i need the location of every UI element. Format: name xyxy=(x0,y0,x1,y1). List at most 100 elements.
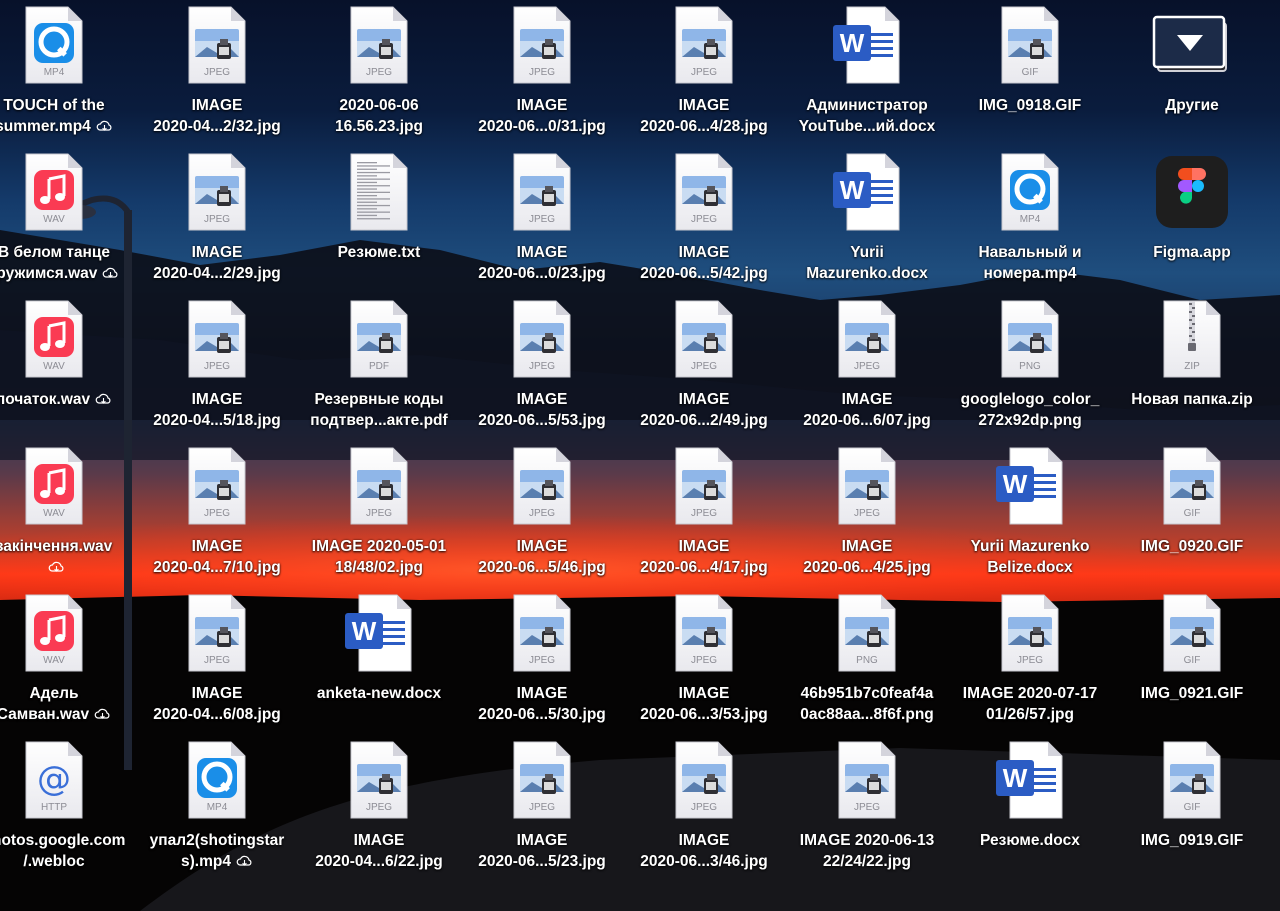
word-document-icon[interactable]: W xyxy=(990,740,1070,820)
desktop-item-label[interactable]: IMAGE 2020-06...2/49.jpg xyxy=(619,389,789,431)
jpeg-file-icon[interactable]: JPEG xyxy=(827,740,907,820)
desktop-item-label[interactable]: Yurii Mazurenko Belize.docx xyxy=(945,536,1115,578)
desktop-item-label[interactable]: IMAGE 2020-06...5/42.jpg xyxy=(619,242,789,284)
music-audio-icon[interactable]: WAV xyxy=(14,299,94,379)
desktop-item-label[interactable]: IMAGE 2020-06...4/17.jpg xyxy=(619,536,789,578)
jpeg-file-icon[interactable]: JPEG xyxy=(177,593,257,673)
desktop-item-label[interactable]: Yurii Mazurenko.docx xyxy=(782,242,952,284)
svg-text:GIF: GIF xyxy=(1022,67,1039,78)
desktop-item-label[interactable]: 46b951b7c0feaf4a 0ac88aa...8f6f.png xyxy=(782,683,952,725)
jpeg-file-icon[interactable]: JPEG xyxy=(664,299,744,379)
desktop-item-label[interactable]: Резюме.docx xyxy=(945,830,1115,851)
desktop-item-label[interactable]: IMAGE 2020-04...6/08.jpg xyxy=(132,683,302,725)
desktop-item-label[interactable]: упал2(shotingstar s).mp4 xyxy=(132,830,302,872)
gif-file-icon[interactable]: GIF xyxy=(1152,446,1232,526)
jpeg-file-icon[interactable]: JPEG xyxy=(664,152,744,232)
desktop-item-label[interactable]: 2020-06-06 16.56.23.jpg xyxy=(294,95,464,137)
quicktime-video-icon[interactable]: MP4 xyxy=(177,740,257,820)
desktop-item-label[interactable]: IMAGE 2020-04...2/32.jpg xyxy=(132,95,302,137)
quicktime-video-icon[interactable]: MP4 xyxy=(990,152,1070,232)
desktop-item-label[interactable]: IMAGE 2020-06...0/31.jpg xyxy=(457,95,627,137)
desktop-item-label[interactable]: IMAGE 2020-06...3/46.jpg xyxy=(619,830,789,872)
jpeg-file-icon[interactable]: JPEG xyxy=(664,446,744,526)
desktop-item-label[interactable]: IMAGE 2020-06...3/53.jpg xyxy=(619,683,789,725)
desktop-item-label[interactable]: IMG_0918.GIF xyxy=(945,95,1115,116)
figma-app-icon[interactable] xyxy=(1152,152,1232,232)
web-location-icon[interactable]: @ HTTP xyxy=(14,740,94,820)
quicktime-video-icon[interactable]: MP4 xyxy=(14,5,94,85)
jpeg-file-icon[interactable]: JPEG xyxy=(502,446,582,526)
desktop-item-label[interactable]: TOUCH of the summer.mp4 xyxy=(0,95,139,137)
filename-line: IMAGE xyxy=(353,832,405,849)
jpeg-file-icon[interactable]: JPEG xyxy=(339,740,419,820)
desktop-item-label[interactable]: В белом танце кружимся.wav xyxy=(0,242,139,284)
word-document-icon[interactable]: W xyxy=(990,446,1070,526)
word-document-icon[interactable]: W xyxy=(827,152,907,232)
desktop-item-label[interactable]: IMG_0921.GIF xyxy=(1107,683,1277,704)
jpeg-file-icon[interactable]: JPEG xyxy=(177,152,257,232)
jpeg-file-icon[interactable]: JPEG xyxy=(664,593,744,673)
desktop-item-label[interactable]: IMAGE 2020-06-13 22/24/22.jpg xyxy=(782,830,952,872)
desktop-item-label[interactable]: Figma.app xyxy=(1107,242,1277,263)
jpeg-file-icon[interactable]: JPEG xyxy=(177,446,257,526)
desktop-item-label[interactable]: IMAGE 2020-06...5/30.jpg xyxy=(457,683,627,725)
desktop-item-label[interactable]: IMAGE 2020-07-17 01/26/57.jpg xyxy=(945,683,1115,725)
word-document-icon[interactable]: W xyxy=(827,5,907,85)
gif-file-icon[interactable]: GIF xyxy=(990,5,1070,85)
desktop-item-label[interactable]: IMAGE 2020-06...5/23.jpg xyxy=(457,830,627,872)
desktop-item-label[interactable]: IMAGE 2020-06...5/53.jpg xyxy=(457,389,627,431)
word-document-icon[interactable]: W xyxy=(339,593,419,673)
desktop-item-label[interactable]: IMG_0919.GIF xyxy=(1107,830,1277,851)
filename-line: номера.mp4 xyxy=(983,265,1077,282)
desktop-item-label[interactable]: Другие xyxy=(1107,95,1277,116)
music-audio-icon[interactable]: WAV xyxy=(14,152,94,232)
desktop-item-label[interactable]: anketa-new.docx xyxy=(294,683,464,704)
zip-archive-icon[interactable]: ZIP xyxy=(1152,299,1232,379)
jpeg-file-icon[interactable]: JPEG xyxy=(502,152,582,232)
desktop-item-label[interactable]: Резервные коды подтвер...акте.pdf xyxy=(294,389,464,431)
svg-text:W: W xyxy=(1003,763,1028,793)
desktop-item-label[interactable]: googlelogo_color_ 272x92dp.png xyxy=(945,389,1115,431)
desktop-item-label[interactable]: IMAGE 2020-04...6/22.jpg xyxy=(294,830,464,872)
desktop-item-label[interactable]: початок.wav xyxy=(0,389,139,410)
desktop-item-label[interactable]: photos.google.com /.webloc xyxy=(0,830,139,872)
desktop-item-label[interactable]: IMAGE 2020-06...6/07.jpg xyxy=(782,389,952,431)
desktop-item-label[interactable]: IMAGE 2020-05-01 18/48/02.jpg xyxy=(294,536,464,578)
jpeg-file-icon[interactable]: JPEG xyxy=(177,299,257,379)
desktop-item-label[interactable]: Резюме.txt xyxy=(294,242,464,263)
desktop-item-label[interactable]: Новая папка.zip xyxy=(1107,389,1277,410)
jpeg-file-icon[interactable]: JPEG xyxy=(339,446,419,526)
desktop-item-label[interactable]: Навальный и номера.mp4 xyxy=(945,242,1115,284)
gif-file-icon[interactable]: GIF xyxy=(1152,593,1232,673)
jpeg-file-icon[interactable]: JPEG xyxy=(664,5,744,85)
desktop-item-label[interactable]: IMAGE 2020-04...7/10.jpg xyxy=(132,536,302,578)
pdf-file-icon[interactable]: PDF xyxy=(339,299,419,379)
jpeg-file-icon[interactable]: JPEG xyxy=(177,5,257,85)
desktop-item-label[interactable]: IMG_0920.GIF xyxy=(1107,536,1277,557)
jpeg-file-icon[interactable]: JPEG xyxy=(502,593,582,673)
jpeg-file-icon[interactable]: JPEG xyxy=(502,740,582,820)
desktop-item-label[interactable]: IMAGE 2020-04...2/29.jpg xyxy=(132,242,302,284)
text-document-icon[interactable] xyxy=(339,152,419,232)
jpeg-file-icon[interactable]: JPEG xyxy=(339,5,419,85)
png-file-icon[interactable]: PNG xyxy=(827,593,907,673)
stack-folder-icon[interactable] xyxy=(1152,5,1232,85)
desktop-item-label[interactable]: IMAGE 2020-06...4/25.jpg xyxy=(782,536,952,578)
desktop-item-label[interactable]: IMAGE 2020-06...4/28.jpg xyxy=(619,95,789,137)
png-file-icon[interactable]: PNG xyxy=(990,299,1070,379)
jpeg-file-icon[interactable]: JPEG xyxy=(827,446,907,526)
jpeg-file-icon[interactable]: JPEG xyxy=(664,740,744,820)
desktop-item-label[interactable]: закінчення.wav xyxy=(0,536,139,578)
desktop-item-label[interactable]: Адель Самван.wav xyxy=(0,683,139,725)
desktop-item-label[interactable]: Администратор YouTube...ий.docx xyxy=(782,95,952,137)
desktop-item-label[interactable]: IMAGE 2020-06...0/23.jpg xyxy=(457,242,627,284)
jpeg-file-icon[interactable]: JPEG xyxy=(827,299,907,379)
jpeg-file-icon[interactable]: JPEG xyxy=(990,593,1070,673)
jpeg-file-icon[interactable]: JPEG xyxy=(502,299,582,379)
desktop-item-label[interactable]: IMAGE 2020-06...5/46.jpg xyxy=(457,536,627,578)
jpeg-file-icon[interactable]: JPEG xyxy=(502,5,582,85)
music-audio-icon[interactable]: WAV xyxy=(14,446,94,526)
music-audio-icon[interactable]: WAV xyxy=(14,593,94,673)
desktop-item-label[interactable]: IMAGE 2020-04...5/18.jpg xyxy=(132,389,302,431)
gif-file-icon[interactable]: GIF xyxy=(1152,740,1232,820)
